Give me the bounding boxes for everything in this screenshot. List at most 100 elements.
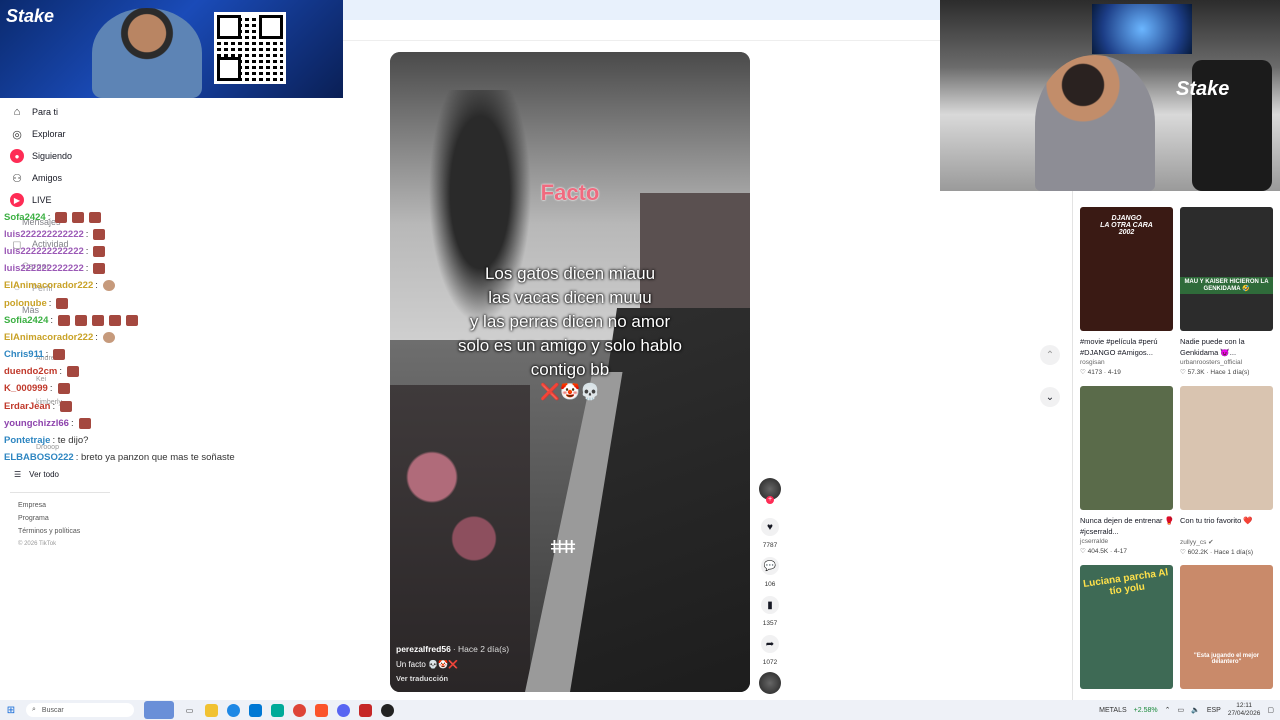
video-card-user[interactable]: urbanroosters_official (1180, 359, 1274, 366)
compass-icon: ◎ (12, 128, 22, 141)
comment-button[interactable]: 💬 106 (758, 557, 782, 588)
following-icon: ● (10, 149, 24, 163)
tv-screen (1092, 4, 1192, 54)
recommended-video-card[interactable]: DJANGO LA OTRA CARA 2002 #movie #película… (1080, 207, 1174, 376)
video-card-title[interactable]: #movie #película #perú #DJANGO #Amigos..… (1080, 336, 1174, 358)
author-avatar-button[interactable]: + (758, 478, 782, 504)
browser-top-bar (343, 0, 940, 20)
feed-navigation: ⌃ ⌄ (1040, 345, 1060, 429)
share-icon: ➦ (761, 635, 779, 653)
qr-code (214, 12, 286, 84)
taskbar-search[interactable]: ⌕ Buscar (26, 703, 134, 717)
music-disc-icon (759, 672, 781, 694)
clock[interactable]: 12:11 27/04/2026 (1228, 702, 1261, 718)
video-thumbnail[interactable]: DJANGO LA OTRA CARA 2002 (1080, 207, 1173, 331)
chat-username[interactable]: duendo2cm (4, 366, 57, 377)
chat-username[interactable]: Sofa2424 (4, 212, 46, 223)
video-thumbnail[interactable]: MAU Y KAISER HICIERON LA GENKIDAMA 🤣 (1180, 207, 1273, 331)
friends-icon: ⚇ (12, 172, 22, 185)
sidebar-item-label: Amigos (32, 173, 63, 183)
stock-label[interactable]: METALS (1099, 707, 1127, 714)
share-button[interactable]: ➦ 1072 (758, 635, 782, 666)
chevron-up-icon[interactable]: ⌃ (1165, 706, 1171, 714)
network-icon[interactable]: ▭ (1177, 706, 1184, 714)
author-username[interactable]: perezalfred56 (396, 644, 451, 654)
chat-emote (55, 211, 68, 223)
store-icon[interactable] (249, 703, 262, 717)
chat-text: : (47, 211, 51, 223)
music-disc-button[interactable] (758, 672, 782, 694)
recommended-video-card[interactable]: Luciana parcha Al tío yolu (1080, 565, 1174, 689)
widget-icon[interactable] (144, 701, 174, 719)
chat-text: : (85, 228, 89, 240)
chat-username[interactable]: Pontetraje (4, 435, 50, 446)
streamer-image (1035, 55, 1155, 191)
video-thumbnail[interactable]: Luciana parcha Al tío yolu (1080, 565, 1173, 689)
chat-username[interactable]: Chris911 (4, 349, 44, 360)
chat-text: : (95, 331, 98, 343)
video-card-title[interactable]: Con tu trio favorito ❤️ (1180, 515, 1274, 537)
notification-icon[interactable]: ▢ (1267, 706, 1274, 714)
chat-username[interactable]: ElAnimacorador222 (4, 280, 93, 291)
edge-icon[interactable] (227, 703, 240, 717)
sidebar-item-amigos[interactable]: ⚇ Amigos (10, 168, 62, 188)
chrome-icon[interactable] (293, 703, 306, 717)
chat-username[interactable]: luis222222222222 (4, 246, 84, 257)
recommended-video-card[interactable]: Con tu trio favorito ❤️ zullyy_cs ✔ ♡ 602.… (1180, 386, 1274, 556)
task-view-icon[interactable]: ▭ (183, 704, 196, 717)
brave-icon[interactable] (315, 703, 328, 717)
recommended-video-card[interactable]: MAU Y KAISER HICIERON LA GENKIDAMA 🤣 Nadi… (1180, 207, 1274, 376)
video-card-title[interactable]: Nunca dejen de entrenar 🥊 #jcserrald... (1080, 515, 1174, 537)
chat-emote (57, 382, 70, 394)
video-card-stats: ♡ 404.5K · 4-17 (1080, 548, 1128, 555)
chat-message: duendo2cm: (4, 364, 79, 378)
video-thumbnail[interactable]: "Esta jugando el mejor delantero" (1180, 565, 1273, 689)
app-icon[interactable] (359, 703, 372, 717)
video-thumbnail[interactable] (1180, 386, 1273, 510)
footer-links: Empresa Programa Términos y políticas © … (18, 502, 80, 553)
footer-link-terminos[interactable]: Términos y políticas (18, 528, 80, 535)
chat-username[interactable]: youngchizzl66 (4, 418, 69, 429)
chat-username[interactable]: polonube (4, 298, 47, 309)
sidebar-item-para-ti[interactable]: ⌂ Para ti (10, 102, 58, 122)
chat-username[interactable]: ElAnimacorador222 (4, 332, 93, 343)
chevron-down-icon[interactable]: ⌄ (1040, 387, 1060, 407)
recommended-video-card[interactable]: "Esta jugando el mejor delantero" (1180, 565, 1274, 689)
chat-text: : (49, 382, 53, 394)
video-card-user[interactable]: jcserralde (1080, 538, 1174, 545)
see-all-link[interactable]: ☰ Ver todo (14, 470, 59, 479)
sidebar-item-siguiendo[interactable]: ● Siguiendo (10, 146, 72, 166)
chat-username[interactable]: luis222222222222 (4, 263, 84, 274)
file-explorer-icon[interactable] (205, 703, 218, 717)
video-card-user[interactable]: rosgisan (1080, 359, 1174, 366)
video-thumbnail[interactable] (1080, 386, 1173, 510)
obs-icon[interactable] (381, 703, 394, 717)
sidebar-item-explorar[interactable]: ◎ Explorar (10, 124, 65, 144)
recommended-video-card[interactable]: Nunca dejen de entrenar 🥊 #jcserrald... j… (1080, 386, 1174, 555)
save-button[interactable]: ▮ 1357 (758, 596, 782, 627)
caption-line: las vacas dicen muuu (488, 288, 652, 307)
chat-username[interactable]: ELBABOSO222 (4, 452, 74, 463)
footer-link-empresa[interactable]: Empresa (18, 502, 80, 509)
like-button[interactable]: ♥ 7787 (758, 518, 782, 549)
video-card-title[interactable]: Nadie puede con la Genkidama 😈... (1180, 336, 1274, 358)
video-card-user[interactable]: zullyy_cs ✔ (1180, 538, 1274, 546)
translate-link[interactable]: Ver traducción (396, 674, 448, 683)
discord-icon[interactable] (337, 703, 350, 717)
app-icon[interactable] (271, 703, 284, 717)
footer-link-programa[interactable]: Programa (18, 515, 80, 522)
chat-emote (93, 228, 106, 240)
volume-icon[interactable]: 🔈 (1191, 706, 1200, 714)
chat-username[interactable]: ErdarJean (4, 401, 50, 412)
sidebar-item-live[interactable]: ▶ LIVE (10, 190, 52, 210)
chat-text: : (52, 400, 56, 412)
chat-username[interactable]: luis222222222222 (4, 229, 84, 240)
language-indicator[interactable]: ESP (1207, 707, 1221, 714)
windows-start-icon[interactable]: ⊞ (4, 703, 18, 717)
chevron-up-icon[interactable]: ⌃ (1040, 345, 1060, 365)
video-player[interactable]: Facto Los gatos dicen miauu las vacas di… (390, 52, 750, 692)
streamer-webcam-overlay: Stake (0, 0, 343, 98)
chat-username[interactable]: K_000999 (4, 383, 48, 394)
chat-username[interactable]: Sofia2424 (4, 315, 48, 326)
follow-plus-icon[interactable]: + (766, 496, 774, 504)
